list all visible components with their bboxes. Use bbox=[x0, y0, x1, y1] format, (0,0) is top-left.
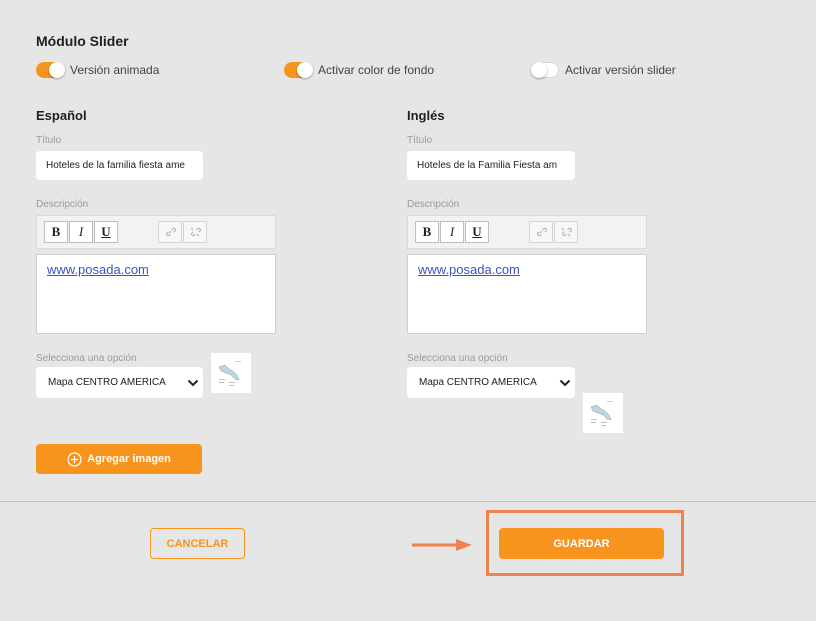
spanish-map-select[interactable]: Mapa CENTRO AMERICA bbox=[36, 367, 203, 398]
toggle-label: Activar versión slider bbox=[565, 63, 676, 77]
toggle-label: Versión animada bbox=[70, 63, 160, 77]
spanish-description-editor[interactable]: www.posada.com bbox=[36, 254, 276, 334]
english-select-label: Selecciona una opción bbox=[407, 353, 508, 364]
bold-button[interactable]: B bbox=[44, 221, 68, 243]
spanish-title-label: Título bbox=[36, 135, 62, 146]
toggle-switch[interactable] bbox=[531, 62, 559, 78]
toggle-animated-version[interactable]: Versión animada bbox=[36, 62, 159, 78]
italic-button[interactable]: I bbox=[69, 221, 93, 243]
spanish-description-label: Descripción bbox=[36, 199, 89, 210]
footer-divider bbox=[0, 501, 816, 502]
english-title-input[interactable]: Hoteles de la Familia Fiesta am bbox=[407, 151, 575, 180]
chevron-down-icon bbox=[187, 379, 199, 386]
map-thumbnail bbox=[211, 353, 251, 393]
spanish-title-input[interactable]: Hoteles de la familia fiesta ame bbox=[36, 151, 203, 180]
spanish-editor-toolbar: B I U bbox=[36, 215, 276, 249]
english-editor-toolbar: B I U bbox=[407, 215, 647, 249]
spanish-select-label: Selecciona una opción bbox=[36, 353, 137, 364]
italic-button[interactable]: I bbox=[440, 221, 464, 243]
description-link[interactable]: www.posada.com bbox=[47, 262, 149, 277]
plus-circle-icon bbox=[67, 451, 82, 467]
chevron-down-icon bbox=[559, 379, 571, 386]
underline-button[interactable]: U bbox=[465, 221, 489, 243]
unlink-icon[interactable] bbox=[554, 221, 578, 243]
map-thumbnail bbox=[583, 393, 623, 433]
toggle-label: Activar color de fondo bbox=[318, 63, 435, 77]
select-value: Mapa CENTRO AMERICA bbox=[419, 377, 537, 388]
cancel-button[interactable]: CANCELAR bbox=[150, 528, 245, 559]
toggle-slider-version[interactable]: Activar versión slider bbox=[531, 62, 676, 78]
bold-button[interactable]: B bbox=[415, 221, 439, 243]
toggle-switch[interactable] bbox=[36, 62, 65, 78]
toggle-background-color[interactable]: Activar color de fondo bbox=[284, 62, 434, 78]
arrow-right-icon bbox=[412, 539, 472, 551]
description-link[interactable]: www.posada.com bbox=[418, 262, 520, 277]
add-image-button[interactable]: Agregar imagen bbox=[36, 444, 202, 474]
english-heading: Inglés bbox=[407, 108, 445, 123]
unlink-icon[interactable] bbox=[183, 221, 207, 243]
english-title-label: Título bbox=[407, 135, 433, 146]
spanish-heading: Español bbox=[36, 108, 87, 123]
underline-button[interactable]: U bbox=[94, 221, 118, 243]
link-icon[interactable] bbox=[529, 221, 553, 243]
add-image-label: Agregar imagen bbox=[87, 453, 171, 465]
english-description-editor[interactable]: www.posada.com bbox=[407, 254, 647, 334]
save-button[interactable]: GUARDAR bbox=[499, 528, 664, 559]
toggle-switch[interactable] bbox=[284, 62, 313, 78]
english-description-label: Descripción bbox=[407, 199, 460, 210]
english-map-select[interactable]: Mapa CENTRO AMERICA bbox=[407, 367, 575, 398]
link-icon[interactable] bbox=[158, 221, 182, 243]
select-value: Mapa CENTRO AMERICA bbox=[48, 377, 166, 388]
module-title: Módulo Slider bbox=[36, 33, 129, 49]
